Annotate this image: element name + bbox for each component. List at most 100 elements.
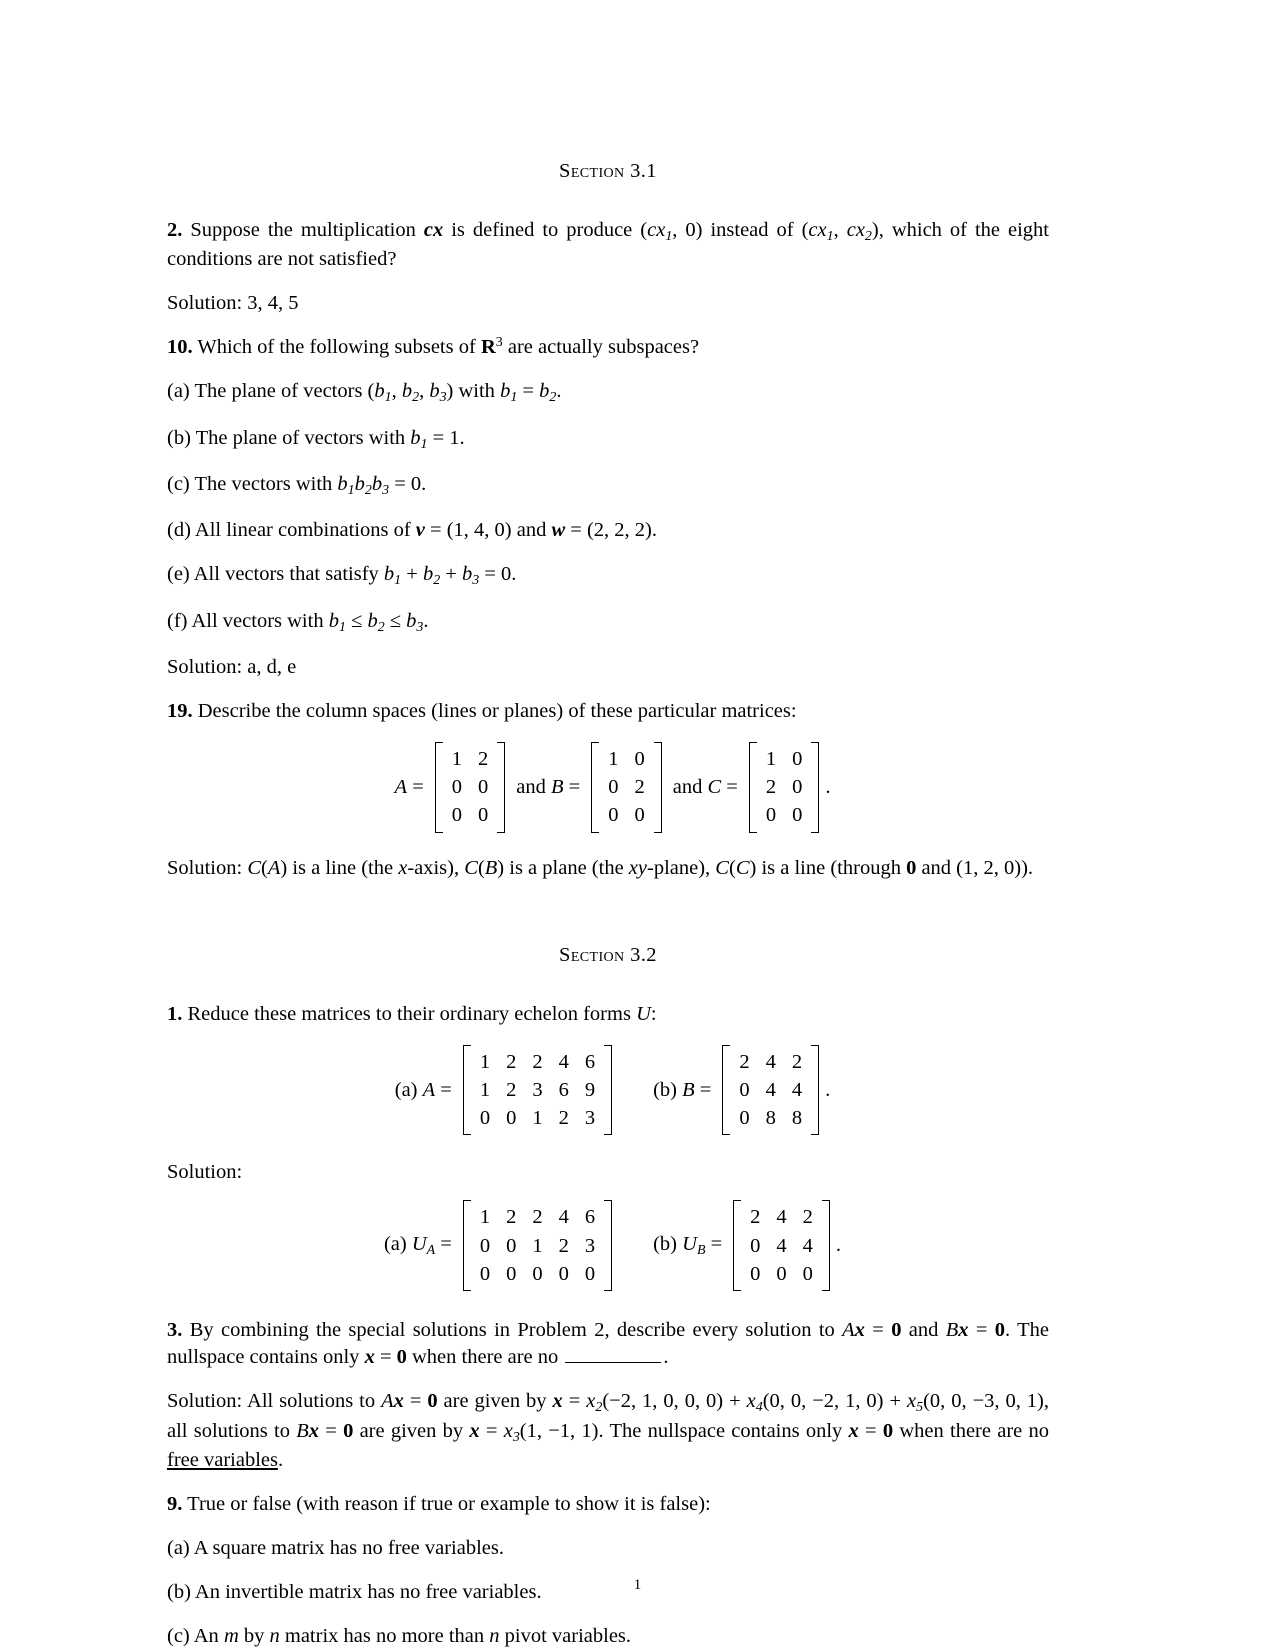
- cell: 6: [584, 1050, 596, 1073]
- cell: 0: [506, 1107, 517, 1130]
- item-f-text-1: (f) All vectors with: [167, 609, 329, 632]
- problem-2-text-3: instead of: [702, 219, 802, 241]
- cell: 0: [792, 776, 803, 799]
- cell: 4: [776, 1234, 787, 1257]
- problem-10-item-f: (f) All vectors with b1 ≤ b2 ≤ b3.: [167, 609, 429, 635]
- cell: 2: [802, 1206, 813, 1229]
- matrix-q1-A: 12246 12369 00123: [462, 1044, 613, 1136]
- problem-1: 1. Reduce these matrices to their ordina…: [167, 1001, 1049, 1028]
- matrix-UB-label: (b) UB =: [653, 1232, 723, 1258]
- cell: 0: [608, 776, 619, 799]
- problem-9-text: True or false (with reason if true or ex…: [187, 1492, 711, 1515]
- cell: 0: [451, 776, 463, 799]
- cell: 6: [584, 1206, 596, 1229]
- sol-text-7: .: [277, 1448, 284, 1471]
- matrix-q1b-label: (b) B =: [653, 1078, 712, 1101]
- cx1-c: c: [647, 219, 657, 241]
- problem-19-solution: Solution: C(A) is a line (the x-axis), C…: [167, 856, 1034, 879]
- cell: 2: [532, 1206, 543, 1229]
- sol-text-6: is a line (through: [756, 856, 907, 879]
- cell: 0: [634, 804, 645, 827]
- problem-10-item-c: (c) The vectors with b1b2b3 = 0.: [167, 472, 427, 498]
- cx1b-c: c: [808, 219, 818, 241]
- cell: 0: [479, 1234, 491, 1257]
- cell: 0: [634, 747, 645, 770]
- solution-label: Solution: All solutions to: [167, 1390, 382, 1413]
- matrix-B: 10 02 00: [591, 741, 662, 833]
- problem-3-solution: Solution: All solutions to Ax = 0 are gi…: [167, 1390, 1050, 1471]
- zero-1: 0: [891, 1319, 902, 1342]
- cell: 6: [558, 1079, 569, 1101]
- cell: 0: [802, 1262, 813, 1285]
- answer-free-variables: free variables: [167, 1448, 278, 1471]
- cx1-x: x: [656, 219, 666, 241]
- matrix-B-label: and B =: [516, 775, 581, 798]
- cell: 2: [558, 1107, 569, 1130]
- problem-2: 2. Suppose the multiplication cx is defi…: [167, 219, 1049, 271]
- item-a-text-2: ) with: [446, 380, 501, 403]
- cell: 0: [750, 1234, 761, 1257]
- problem-9: 9. True or false (with reason if true or…: [167, 1491, 1049, 1518]
- cell: 1: [765, 747, 777, 770]
- cx2-subscript: 2: [864, 228, 872, 244]
- cell: 2: [506, 1206, 517, 1229]
- item-c-text-1: (c) The vectors with: [167, 472, 338, 495]
- problem-19-text: Describe the column spaces (lines or pla…: [197, 699, 797, 722]
- problem-10-item-d: (d) All linear combinations of v = (1, 4…: [167, 517, 1049, 544]
- vector-w: w: [551, 519, 566, 542]
- cell: 0: [608, 804, 619, 827]
- item-a-text-1: (a) The plane of vectors (: [167, 380, 375, 403]
- xy-plane-symbol: xy: [628, 856, 647, 879]
- page-content: Section 3.1 2. Suppose the multiplicatio…: [167, 160, 1049, 1650]
- cell: 4: [791, 1079, 803, 1101]
- cell: 4: [558, 1206, 569, 1229]
- cell: 0: [739, 1079, 750, 1101]
- cell: 3: [532, 1079, 543, 1101]
- cell: 0: [451, 804, 463, 827]
- cell: 0: [765, 804, 777, 827]
- n-symbol-2: n: [489, 1625, 500, 1648]
- cell: 8: [791, 1107, 803, 1130]
- cell: 1: [479, 1079, 491, 1101]
- problem-1-matrix-row: (a) A = 12246 12369 00123 (b) B = 242 04…: [167, 1044, 1049, 1136]
- cell: 4: [558, 1050, 569, 1073]
- cell: 2: [506, 1079, 517, 1101]
- cell: 1: [532, 1234, 543, 1257]
- cell: 2: [532, 1050, 543, 1073]
- cell: 1: [479, 1050, 491, 1073]
- matrix-C: 10 20 00: [748, 741, 820, 833]
- problem-3: 3. By combining the special solutions in…: [167, 1319, 1050, 1369]
- U-symbol: U: [636, 1002, 651, 1025]
- cell: 3: [584, 1107, 596, 1130]
- n-symbol: n: [269, 1625, 280, 1648]
- sol-text-4: are given by: [353, 1419, 470, 1442]
- m-symbol: m: [223, 1625, 239, 1648]
- solution-label: Solution:: [167, 856, 248, 879]
- cx2-x: x: [855, 219, 865, 241]
- equals-1: =: [864, 1319, 892, 1342]
- matrix-B-symbol: B: [945, 1319, 959, 1342]
- cell: 2: [791, 1050, 803, 1073]
- cell: 2: [558, 1234, 569, 1257]
- problem-10-item-e: (e) All vectors that satisfy b1 + b2 + b…: [167, 563, 517, 589]
- cell: 1: [451, 747, 463, 770]
- cell: 2: [765, 776, 777, 799]
- vector-v: v: [415, 519, 425, 542]
- item-c-text-2: = 0.: [389, 472, 427, 495]
- matrix-A-symbol: A: [842, 1319, 855, 1342]
- problem-10-item-b: (b) The plane of vectors with b1 = 1.: [167, 426, 465, 452]
- problem-19: 19. Describe the column spaces (lines or…: [167, 698, 1049, 725]
- problem-3-text-2: and: [901, 1319, 946, 1342]
- problem-2-zero: , 0): [672, 219, 703, 241]
- problem-1-solution-label: Solution:: [167, 1161, 243, 1184]
- matrix-row-trailing-period: .: [825, 1078, 831, 1101]
- item-b-text-2: = 1.: [427, 426, 465, 449]
- r-symbol: R: [480, 336, 496, 359]
- cell: 0: [792, 747, 803, 770]
- problem-10: 10. Which of the following subsets of R3…: [167, 334, 1049, 361]
- cell: 9: [584, 1079, 596, 1101]
- cell: 2: [478, 747, 489, 770]
- cell: 0: [532, 1262, 543, 1285]
- matrix-C-label: and C =: [672, 775, 738, 798]
- problem-1-text-1: Reduce these matrices to their ordinary …: [187, 1002, 637, 1025]
